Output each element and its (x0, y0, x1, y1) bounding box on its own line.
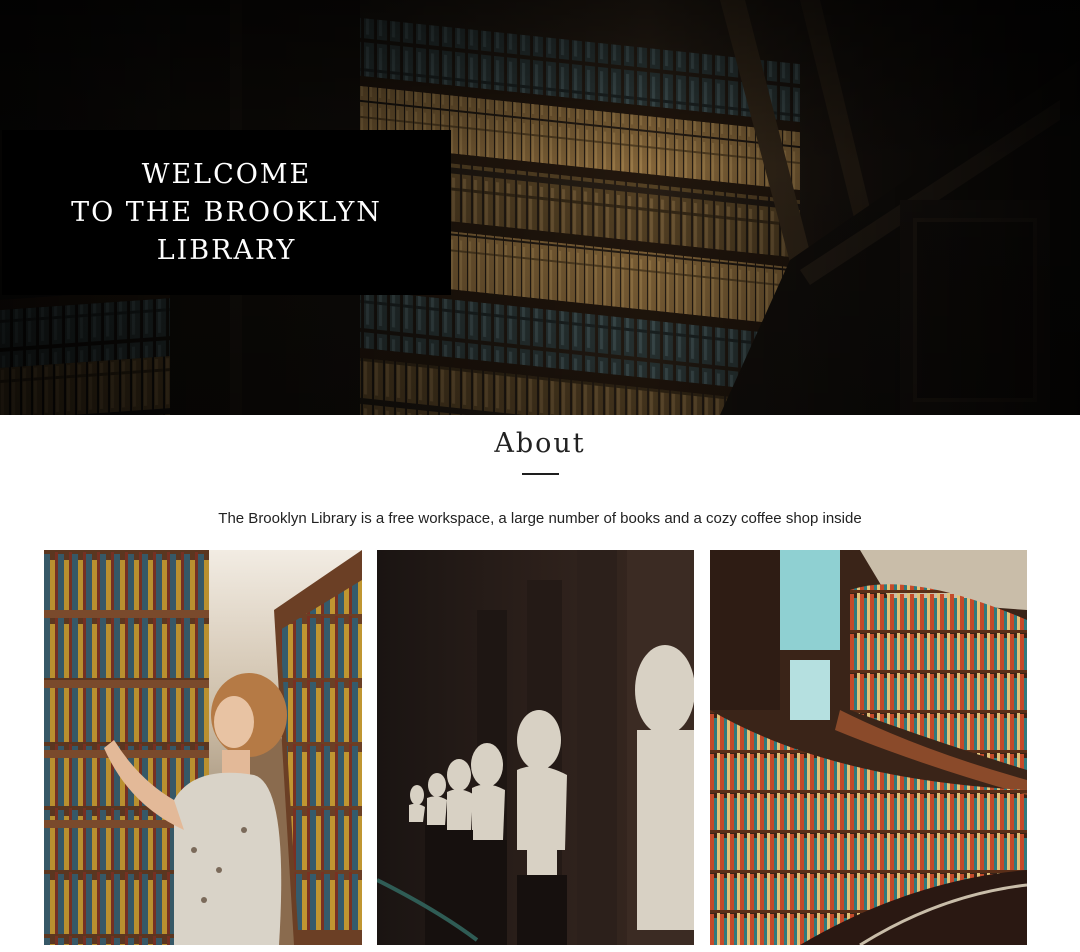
curved-library-shelves-image (710, 550, 1027, 945)
about-description: The Brooklyn Library is a free workspace… (218, 510, 862, 527)
welcome-banner: WELCOME TO THE BROOKLYN LIBRARY (2, 130, 451, 295)
gallery-photo-curved-library (710, 550, 1027, 945)
gallery-photo-marble-busts (377, 550, 694, 945)
welcome-title-line-1: WELCOME (141, 158, 312, 190)
woman-browsing-bookshelf-image (44, 550, 362, 945)
welcome-title-line-3: LIBRARY (156, 234, 297, 266)
about-heading: About (494, 428, 586, 459)
welcome-title-line-2: TO THE BROOKLYN (71, 196, 382, 228)
about-divider (522, 473, 559, 475)
marble-busts-corridor-image (377, 550, 694, 945)
hero-banner: WELCOME TO THE BROOKLYN LIBRARY (0, 0, 1080, 415)
gallery-photo-woman-browsing (44, 550, 362, 945)
